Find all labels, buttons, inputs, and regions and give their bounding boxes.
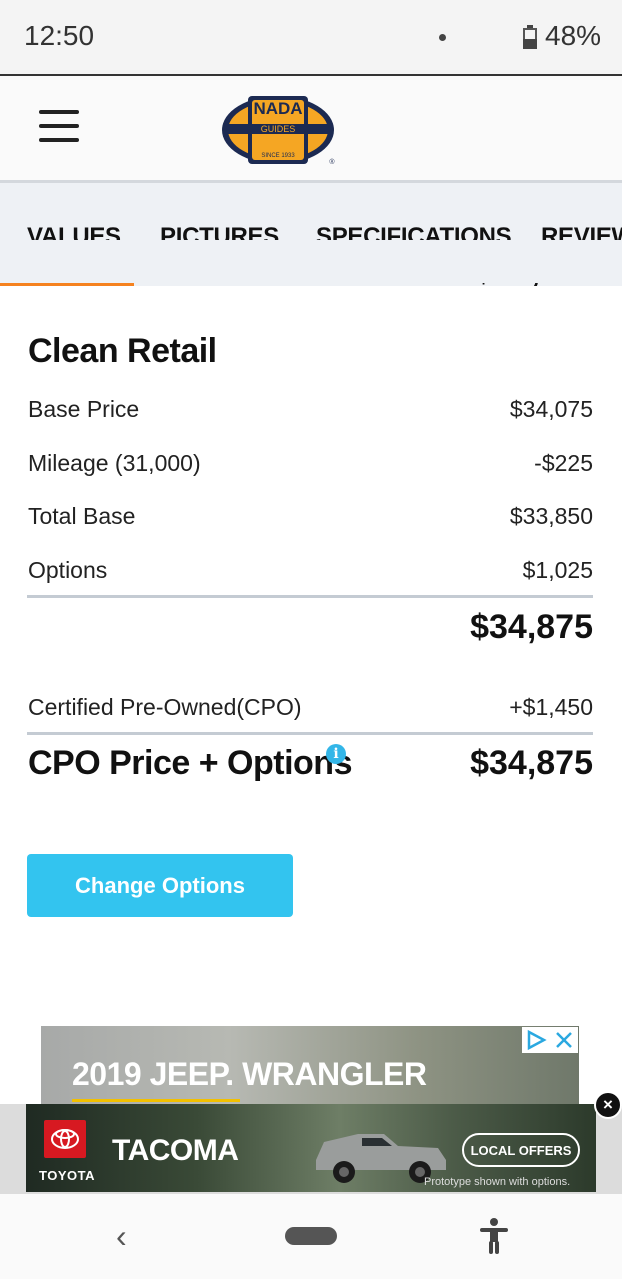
status-time: 12:50 bbox=[24, 20, 95, 51]
divider bbox=[27, 595, 593, 598]
mileage-value: -$225 bbox=[534, 450, 593, 476]
logo-since: SINCE 1933 bbox=[261, 153, 295, 159]
close-ad-icon[interactable]: × bbox=[594, 1091, 622, 1119]
jeep-ad-title: 2019 JEEP. WRANGLER bbox=[72, 1056, 427, 1092]
toyota-brand: TOYOTA bbox=[39, 1168, 95, 1183]
back-icon[interactable]: ‹ bbox=[116, 1218, 127, 1255]
cpo-total-value: $34,875 bbox=[470, 744, 593, 782]
section-title: Clean Retail bbox=[28, 332, 217, 370]
logo-brand: NADA bbox=[253, 99, 302, 118]
info-icon[interactable]: i bbox=[326, 744, 346, 764]
total-base-value: $33,850 bbox=[509, 503, 593, 529]
battery-percent: 48% bbox=[545, 20, 602, 51]
nada-guides-logo[interactable]: NADA GUIDES SINCE 1933 ® bbox=[220, 92, 344, 168]
logo-sub: GUIDES bbox=[261, 124, 296, 134]
adchoices-icon[interactable] bbox=[522, 1027, 550, 1053]
options-value: $1,025 bbox=[522, 557, 593, 583]
truck-image bbox=[316, 1134, 446, 1183]
accessibility-icon[interactable] bbox=[478, 1217, 510, 1255]
app-header: NADA GUIDES SINCE 1933 ® bbox=[0, 74, 622, 180]
menu-icon[interactable] bbox=[39, 110, 79, 144]
base-price-value: $34,075 bbox=[509, 396, 593, 422]
status-bar: 12:50 48% bbox=[0, 0, 622, 74]
toyota-logo-icon bbox=[44, 1120, 86, 1158]
home-pill-icon[interactable] bbox=[285, 1227, 337, 1245]
system-nav-bar: ‹ bbox=[0, 1194, 622, 1279]
total-base-label: Total Base bbox=[28, 503, 136, 529]
battery-icon bbox=[523, 25, 537, 49]
base-price-label: Base Price bbox=[28, 396, 140, 422]
mileage-label: Mileage (31,000) bbox=[28, 450, 201, 476]
change-options-button[interactable]: Change Options bbox=[27, 854, 293, 917]
jeep-ad-underline bbox=[72, 1099, 240, 1102]
ad-disclaimer: Prototype shown with options. bbox=[424, 1176, 571, 1188]
clean-retail-total: $34,875 bbox=[470, 608, 593, 646]
notification-dot-icon bbox=[439, 34, 446, 41]
values-content[interactable]: Clean Retail Base Price $34,075 Mileage … bbox=[0, 286, 622, 1104]
ad-close-icon[interactable] bbox=[550, 1027, 578, 1053]
cpo-value: +$1,450 bbox=[509, 694, 593, 720]
tab-bar-mask bbox=[0, 240, 622, 283]
tacoma-title: TACOMA bbox=[112, 1134, 239, 1167]
cpo-label: Certified Pre-Owned(CPO) bbox=[28, 694, 302, 720]
jeep-ad-banner[interactable]: 2019 JEEP. WRANGLER bbox=[41, 1026, 579, 1104]
options-label: Options bbox=[28, 557, 108, 583]
local-offers-button[interactable]: LOCAL OFFERS bbox=[462, 1133, 580, 1167]
logo-reg: ® bbox=[329, 158, 335, 166]
toyota-ad-banner[interactable]: TOYOTA TACOMA LOCAL OFFERS Prototype sho… bbox=[26, 1104, 596, 1192]
divider bbox=[27, 732, 593, 735]
cpo-total-label: CPO Price + Options bbox=[28, 744, 352, 782]
